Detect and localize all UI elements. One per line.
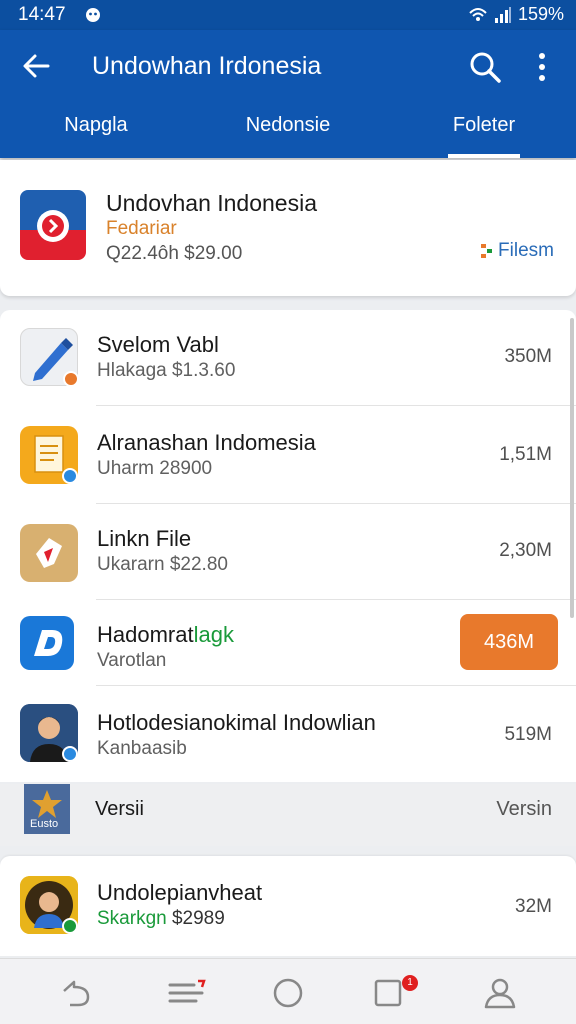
item-title: Linkn File — [97, 526, 192, 551]
back-icon[interactable] — [56, 973, 96, 1013]
menu-button[interactable] — [166, 973, 210, 1013]
tab-nedonsie[interactable]: Nedonsie — [222, 114, 354, 137]
search-icon[interactable] — [468, 50, 502, 84]
item-title: Hotlodesianokimal Indowlian — [97, 710, 376, 735]
status-time: 14:47 — [18, 4, 66, 25]
status-bar: 14:47 159% — [0, 0, 576, 30]
app-list: Svelom Vabl Hlakaga $1.3.60 350M Alranas… — [0, 310, 576, 782]
list-item[interactable]: Hotlodesianokimal Indowlian Kanbaasib 51… — [0, 686, 576, 782]
avatar — [20, 704, 78, 762]
version-label: Versii — [95, 798, 144, 820]
item-subtitle: Ukararn $22.80 — [97, 554, 228, 575]
system-nav-bar: 1 — [0, 958, 576, 1024]
more-vert-icon[interactable] — [530, 50, 554, 84]
files-button[interactable]: Filesm — [480, 240, 554, 262]
avatar — [20, 876, 78, 934]
files-icon — [481, 244, 493, 258]
back-arrow-icon[interactable] — [20, 50, 52, 82]
featured-title: Undovhan Indonesia — [106, 190, 317, 216]
battery-percent: 159% — [517, 4, 564, 24]
item-subtitle: Uharm 28900 — [97, 458, 213, 479]
list-item[interactable]: Svelom Vabl Hlakaga $1.3.60 350M — [0, 310, 576, 406]
notification-icon — [86, 8, 100, 22]
item-size: 1,51M — [499, 444, 552, 465]
item-size: 32M — [515, 896, 552, 917]
signal-icon — [494, 6, 511, 23]
item-size: 519M — [504, 724, 552, 745]
tab-foleter[interactable]: Foleter — [440, 114, 528, 137]
item-size: 2,30M — [499, 540, 552, 561]
recents-button[interactable]: 1 — [372, 973, 420, 1013]
item-subtitle: Varotlan — [97, 650, 167, 671]
profile-icon[interactable] — [480, 973, 520, 1013]
pencil-app-icon — [20, 328, 79, 387]
wifi-icon — [469, 7, 487, 21]
active-tab-indicator — [448, 154, 520, 158]
files-label: Filesm — [498, 240, 554, 261]
featured-app-icon — [20, 190, 86, 260]
item-title: Svelom Vabl — [97, 332, 219, 357]
version-strip: Eusto Versii Versin — [0, 784, 576, 846]
tab-napgla[interactable]: Napgla — [30, 114, 162, 137]
featured-card[interactable]: Undovhan Indonesia Fedariar Q22.4ôh $29.… — [0, 160, 576, 296]
strip-app-icon: Eusto — [24, 784, 70, 834]
document-app-icon — [20, 426, 78, 484]
item-title: Alranashan Indomesia — [97, 430, 316, 455]
item-subtitle: Kanbaasib — [97, 738, 187, 759]
strip-icon-text: Eusto — [30, 818, 59, 830]
item-title: Undolepianvheat — [97, 880, 263, 905]
item-subtitle: Skarkgn $2989 — [97, 908, 225, 929]
item-size: 350M — [504, 346, 552, 367]
list-item[interactable]: Linkn File Ukararn $22.80 2,30M — [0, 504, 576, 600]
d-app-icon — [20, 616, 74, 670]
list-item[interactable]: Alranashan Indomesia Uharm 28900 1,51M — [0, 406, 576, 504]
app-bar: Undowhan Irdonesia Napgla Nedonsie Folet… — [0, 30, 576, 158]
item-subtitle: Hlakaga $1.3.60 — [97, 360, 236, 381]
scrollbar[interactable] — [570, 318, 574, 618]
home-icon[interactable] — [268, 973, 308, 1013]
install-size-button[interactable]: 436M — [460, 614, 558, 670]
list-item[interactable]: Undolepianvheat Skarkgn $2989 32M — [0, 856, 576, 956]
link-app-icon — [20, 524, 78, 582]
menu-icon — [168, 979, 206, 1003]
notification-badge: 1 — [402, 975, 418, 991]
status-indicators: 159% — [468, 4, 564, 25]
featured-price: Q22.4ôh $29.00 — [106, 243, 243, 264]
version-value: Versin — [496, 798, 552, 820]
page-title: Undowhan Irdonesia — [92, 52, 322, 80]
featured-subtitle: Fedariar — [106, 218, 177, 239]
item-title: Hadomratlagk — [97, 622, 234, 647]
